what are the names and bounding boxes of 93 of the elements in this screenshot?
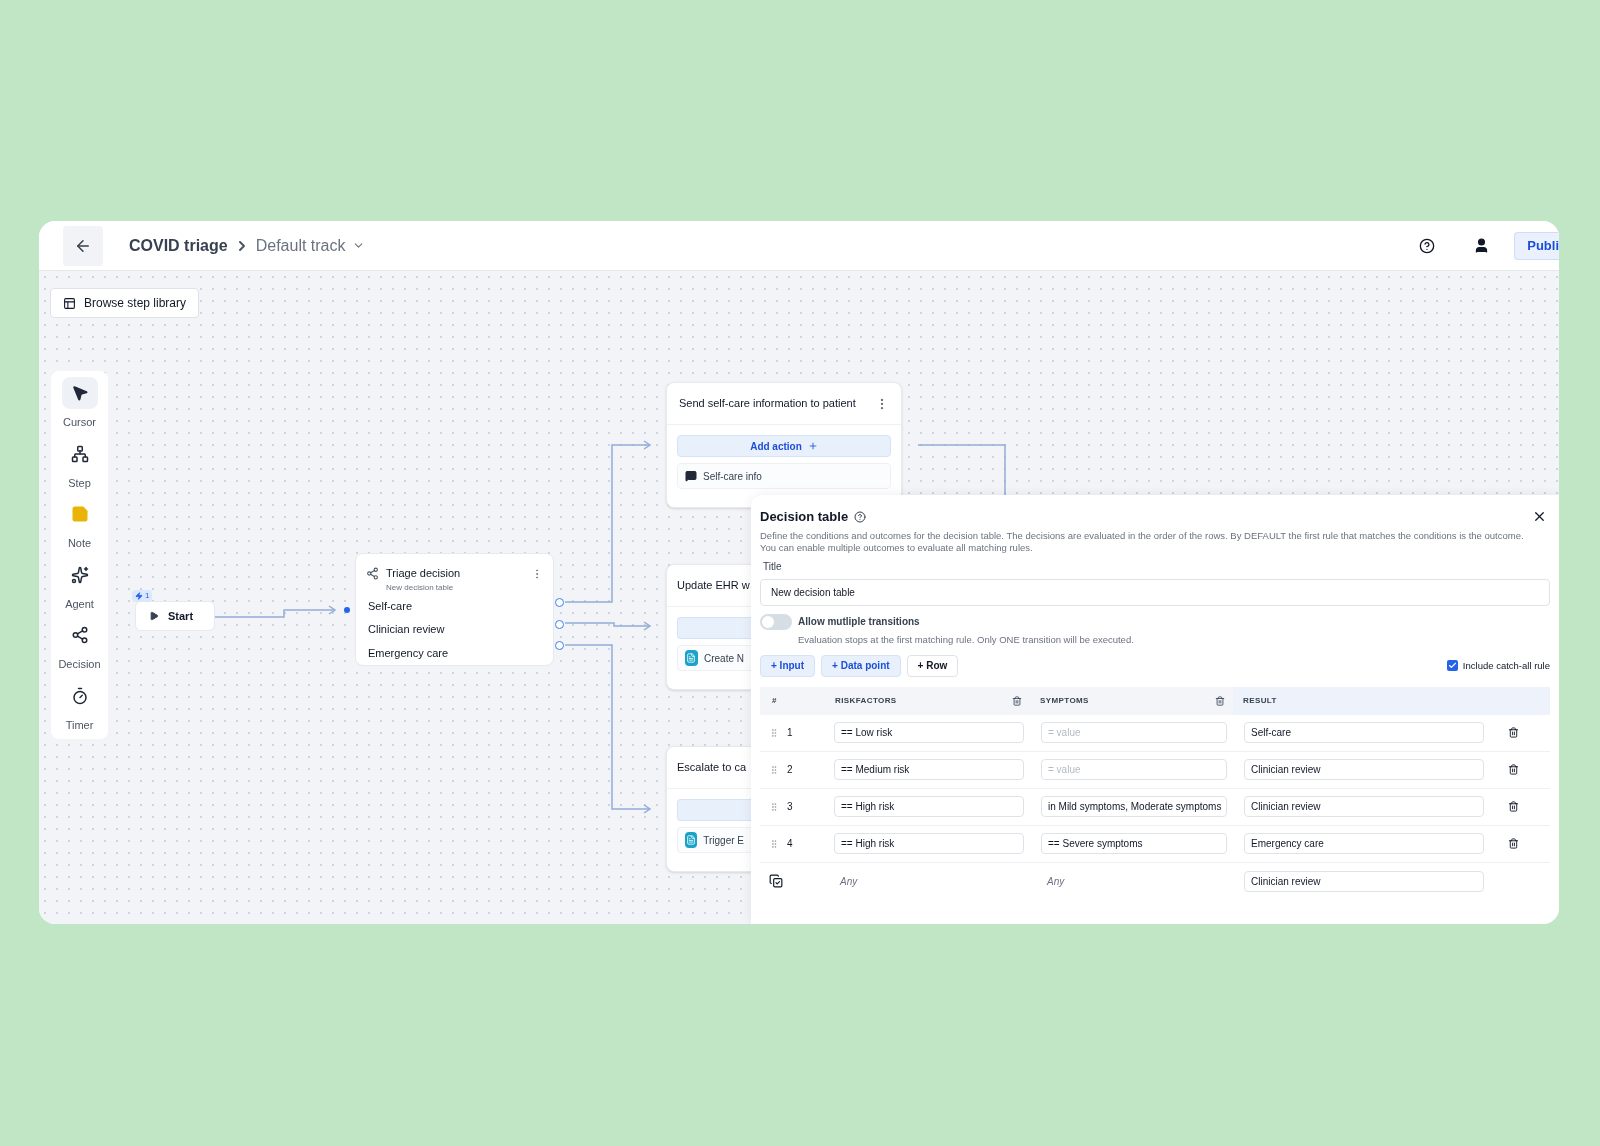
node-subtitle: New decision table xyxy=(386,581,455,594)
result-field[interactable]: Emergency care xyxy=(1244,833,1484,855)
tool-button[interactable]: Step xyxy=(61,437,98,491)
condition-field[interactable]: == Low risk xyxy=(834,722,1024,744)
trash-icon[interactable] xyxy=(1012,695,1022,706)
decision-node[interactable]: Triage decision New decision table Self-care Clinician review Emergency care xyxy=(355,553,554,666)
action-label: Create N xyxy=(704,651,744,666)
add-action-button[interactable]: Add action xyxy=(677,435,891,457)
step-card[interactable]: Send self-care information to patient Add action Self-care info xyxy=(666,382,902,508)
step-title: Escalate to ca xyxy=(677,760,747,776)
column-header: # xyxy=(771,694,778,707)
outcome-label: Self-care xyxy=(368,598,414,614)
toggle-switch[interactable] xyxy=(760,613,792,630)
trash-icon[interactable] xyxy=(1508,727,1519,739)
action-label: Self-care info xyxy=(703,469,762,484)
panel-title: Decision table xyxy=(760,508,849,526)
add-button[interactable]: + Row xyxy=(906,654,959,677)
condition-field[interactable]: == High risk xyxy=(834,833,1024,855)
outcome-label: Emergency care xyxy=(368,645,450,661)
play-icon xyxy=(149,611,159,621)
note-icon xyxy=(70,505,89,523)
output-port[interactable] xyxy=(555,598,564,607)
start-node[interactable]: Start xyxy=(135,601,215,631)
action-item[interactable]: Trigger E xyxy=(677,827,751,853)
column-header: SYMPTOMS xyxy=(1040,694,1089,707)
result-field[interactable]: Clinician review xyxy=(1244,759,1484,781)
action-item[interactable]: Self-care info xyxy=(677,463,891,489)
condition-field[interactable]: == High risk xyxy=(834,796,1024,818)
toggle-label: Allow mutliple transitions xyxy=(798,615,920,629)
drag-handle-icon[interactable] xyxy=(769,838,779,849)
tool-button[interactable]: Agent xyxy=(61,558,98,612)
step-card[interactable]: Update EHR w Create N xyxy=(666,564,751,690)
drag-handle-icon[interactable] xyxy=(769,727,779,738)
outcome-label: Clinician review xyxy=(368,622,446,637)
help-icon[interactable] xyxy=(1419,237,1436,254)
catch-all-icon xyxy=(769,874,783,889)
catch-all-checkbox[interactable] xyxy=(1446,660,1458,672)
row-number: 3 xyxy=(787,800,793,815)
step-card[interactable]: Escalate to ca Trigger E xyxy=(666,746,751,872)
message-icon xyxy=(685,470,697,482)
trash-icon[interactable] xyxy=(1508,764,1519,776)
app-icon xyxy=(685,650,698,666)
browse-library-button[interactable]: Browse step library xyxy=(50,288,200,318)
result-field[interactable]: Clinician review xyxy=(1244,870,1484,892)
action-label: Trigger E xyxy=(703,833,744,848)
tool-button[interactable]: Timer xyxy=(61,679,98,733)
add-button[interactable]: + Data point xyxy=(821,654,901,677)
workflow-title: COVID triage xyxy=(129,235,228,256)
any-value: Any xyxy=(1045,874,1066,889)
app-icon xyxy=(685,832,698,848)
timer-icon xyxy=(70,686,89,705)
title-input[interactable]: New decision table xyxy=(760,578,1550,606)
trigger-badge: 1 xyxy=(132,590,153,602)
drag-handle-icon[interactable] xyxy=(769,764,779,775)
back-button[interactable] xyxy=(63,225,103,266)
node-title: Triage decision xyxy=(386,566,462,581)
tool-button[interactable]: Decision xyxy=(58,619,101,673)
checkbox-label: Include catch-all rule xyxy=(1462,658,1550,673)
library-icon xyxy=(63,296,76,310)
input-port[interactable] xyxy=(344,607,350,613)
result-field[interactable]: Clinician review xyxy=(1244,796,1484,818)
output-port[interactable] xyxy=(555,619,564,629)
field-label: Title xyxy=(763,559,783,574)
track-dropdown[interactable]: Default track xyxy=(255,233,365,258)
row-number: 2 xyxy=(787,763,793,778)
step-title: Send self-care information to patient xyxy=(679,396,856,412)
drag-handle-icon[interactable] xyxy=(769,801,779,812)
row-number: 1 xyxy=(787,726,793,741)
branch-icon xyxy=(366,567,379,580)
toggle-hint: Evaluation stops at the first matching rule. Only ONE transition will be executed. xyxy=(798,632,1135,647)
row-number: 4 xyxy=(787,837,793,852)
tool-button[interactable]: Note xyxy=(61,498,98,552)
trash-icon[interactable] xyxy=(1508,838,1519,850)
action-item[interactable]: Create N xyxy=(677,645,751,671)
tree-icon xyxy=(70,444,89,463)
condition-field[interactable]: == Severe symptoms xyxy=(1041,833,1227,855)
sparkles-icon xyxy=(70,565,89,584)
condition-field[interactable]: in Mild symptoms, Moderate symptoms xyxy=(1041,796,1227,818)
step-title: Update EHR w xyxy=(677,578,750,594)
publish-button[interactable]: Publi xyxy=(1514,231,1559,260)
cursor-icon xyxy=(70,384,89,402)
trash-icon[interactable] xyxy=(1508,801,1519,813)
result-field[interactable]: Self-care xyxy=(1244,722,1484,744)
branch-icon xyxy=(70,626,89,644)
add-button[interactable]: + Input xyxy=(760,654,816,677)
panel-description: Define the conditions and outcomes for the decision table. The decisions are evaluated in the order of the rows. By DEFAULT the first rule that matches the conditions is the outcome. You can enable multiple outcomes to evaluate all matching rules. xyxy=(760,529,1525,554)
column-header: RISKFACTORS xyxy=(835,694,897,707)
condition-field[interactable]: == Medium risk xyxy=(834,759,1024,781)
any-value: Any xyxy=(838,874,859,889)
column-header: RESULT xyxy=(1233,686,1550,715)
output-port[interactable] xyxy=(555,641,564,650)
plus-icon xyxy=(807,441,818,451)
trash-icon[interactable] xyxy=(1215,695,1225,706)
